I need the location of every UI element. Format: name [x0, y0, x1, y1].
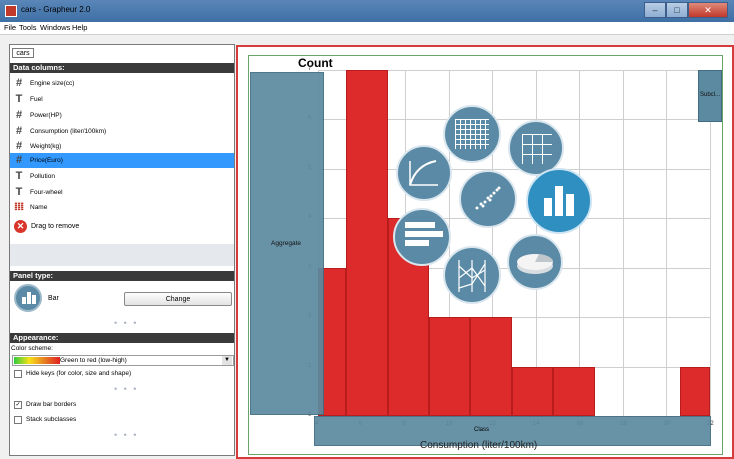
histogram-bar[interactable]	[553, 366, 595, 416]
column-label: Consumption (liter/100km)	[30, 128, 107, 135]
color-scheme-select[interactable]: Green to red (low-high) ▼	[12, 355, 234, 366]
scatter-plot-icon[interactable]	[459, 170, 517, 228]
hide-keys-label: Hide keys (for color, size and shape)	[26, 370, 132, 377]
draw-bar-borders-label: Draw bar borders	[26, 401, 77, 408]
numeric-icon: #	[15, 140, 23, 152]
stack-subclasses-label: Stack subclasses	[26, 416, 77, 423]
column-fuel[interactable]: T Fuel	[10, 92, 234, 107]
numeric-icon: #	[15, 109, 23, 121]
column-label: Name	[30, 204, 48, 211]
tab-cars[interactable]: cars	[12, 48, 34, 58]
table-icon: 𝍖	[14, 201, 24, 213]
histogram-bar[interactable]	[679, 366, 710, 416]
minimize-button[interactable]: –	[644, 2, 666, 18]
expand-dots[interactable]: • • •	[114, 430, 138, 440]
window-controls: – □ ✕	[644, 2, 728, 18]
grid-line-vertical	[666, 70, 668, 416]
column-power[interactable]: # Power(HP)	[10, 108, 234, 123]
data-columns-header: Data columns:	[10, 63, 234, 73]
histogram-bar[interactable]	[346, 70, 388, 416]
menu-tools[interactable]: Tools	[19, 23, 37, 32]
column-label: Weight(kg)	[30, 143, 62, 150]
numeric-icon: #	[15, 154, 23, 166]
class-label: Class	[474, 427, 490, 433]
parallel-coordinates-icon[interactable]	[443, 246, 501, 304]
column-consumption[interactable]: # Consumption (liter/100km)	[10, 124, 234, 139]
grid-line-vertical	[622, 70, 624, 416]
maximize-button[interactable]: □	[666, 2, 688, 18]
x-axis-label: Consumption (liter/100km)	[420, 440, 538, 451]
expand-dots[interactable]: • • •	[114, 318, 138, 328]
draw-bar-borders-checkbox[interactable]: ✓	[14, 401, 22, 409]
column-label: Price(Euro)	[30, 157, 63, 164]
menu-help[interactable]: Help	[72, 23, 87, 32]
text-icon: T	[15, 93, 23, 105]
histogram-bar[interactable]	[511, 366, 554, 416]
line-chart-icon[interactable]	[396, 145, 452, 201]
numeric-icon: #	[15, 125, 23, 137]
drag-to-remove-zone[interactable]: ✕ Drag to remove	[10, 219, 234, 235]
aggregate-label: Aggregate	[271, 240, 301, 247]
subclass-label: Subcl...	[699, 92, 720, 98]
column-label: Power(HP)	[30, 112, 62, 119]
column-list-footer	[10, 244, 234, 266]
color-gradient	[14, 357, 60, 364]
heatmap-grid-icon[interactable]	[443, 105, 501, 163]
window-titlebar: cars - Grapheur 2.0 – □ ✕	[0, 0, 734, 22]
change-button[interactable]: Change	[124, 292, 232, 306]
count-label: Count	[298, 56, 333, 70]
close-button[interactable]: ✕	[688, 2, 728, 18]
stack-subclasses-checkbox[interactable]	[14, 416, 22, 424]
column-label: Pollution	[30, 173, 55, 180]
grid-line-vertical	[579, 70, 581, 416]
column-price[interactable]: # Price(Euro)	[10, 153, 234, 168]
panel-type-label: Bar	[48, 295, 59, 302]
column-label: Four-wheel	[30, 189, 63, 196]
menu-windows[interactable]: Windows	[40, 23, 70, 32]
drag-remove-label: Drag to remove	[31, 223, 80, 230]
histogram-bar[interactable]	[429, 317, 471, 416]
column-name[interactable]: 𝍖 Name	[10, 200, 234, 215]
column-label: Engine size(cc)	[30, 80, 75, 87]
column-four-wheel[interactable]: T Four-wheel	[10, 185, 234, 200]
text-icon: T	[15, 186, 23, 198]
remove-icon: ✕	[14, 220, 27, 233]
column-pollution[interactable]: T Pollution	[10, 169, 234, 184]
color-scheme-value: Green to red (low-high)	[60, 357, 127, 364]
chevron-down-icon: ▼	[222, 356, 232, 365]
expand-dots[interactable]: • • •	[114, 384, 138, 394]
text-icon: T	[15, 170, 23, 182]
bar-chart-icon[interactable]	[14, 284, 42, 312]
hide-keys-checkbox[interactable]	[14, 370, 22, 378]
column-weight[interactable]: # Weight(kg)	[10, 139, 234, 154]
pie-chart-icon[interactable]	[507, 234, 563, 290]
horizontal-bar-icon[interactable]	[393, 208, 451, 266]
numeric-icon: #	[15, 77, 23, 89]
menu-file[interactable]: File	[4, 23, 16, 32]
panel-type-header: Panel type:	[10, 271, 234, 281]
histogram-bar[interactable]	[470, 317, 512, 416]
appearance-header: Appearance:	[10, 333, 234, 343]
color-scheme-label: Color scheme:	[11, 345, 53, 352]
menu-bar: File Tools Windows Help	[0, 22, 734, 35]
app-icon	[5, 5, 17, 17]
bar-chart-option-icon[interactable]	[526, 168, 592, 234]
window-title: cars - Grapheur 2.0	[21, 5, 91, 14]
column-engine-size[interactable]: # Engine size(cc)	[10, 76, 234, 91]
column-label: Fuel	[30, 96, 43, 103]
